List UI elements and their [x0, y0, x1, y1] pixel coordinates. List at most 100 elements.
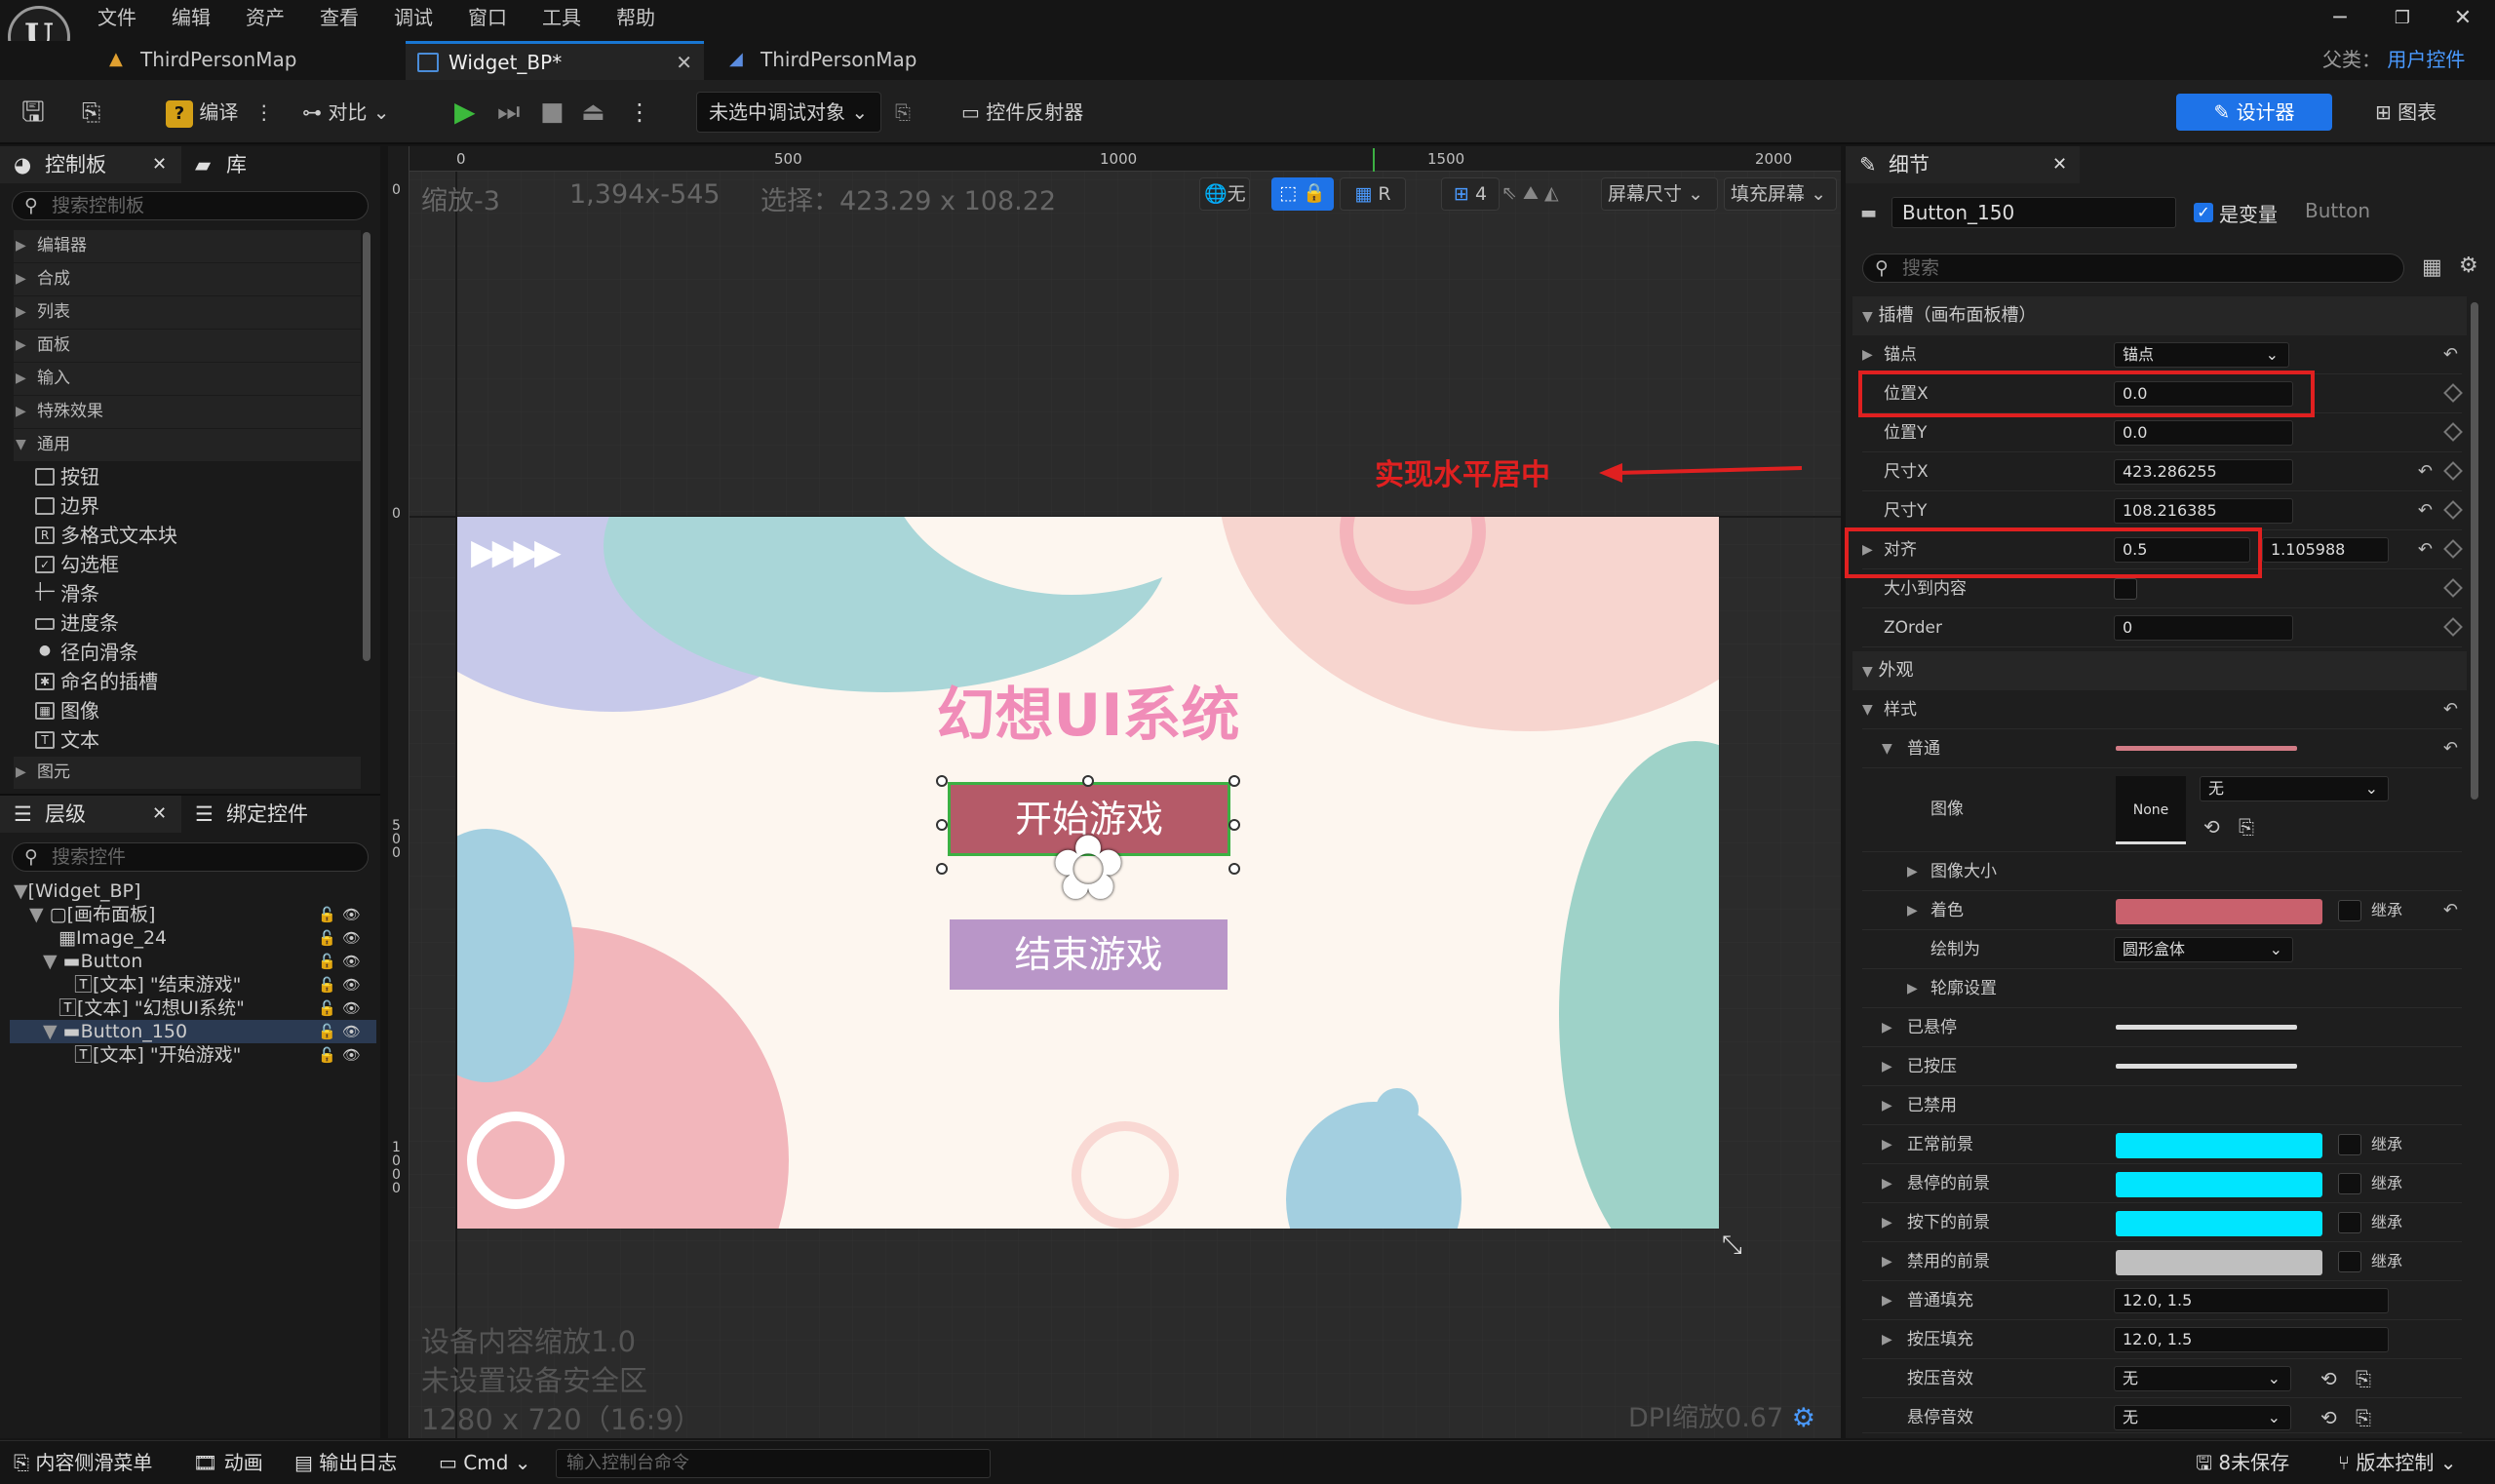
details-search-input[interactable]: ⚲ 搜索	[1862, 254, 2404, 283]
parent-class-link[interactable]: 用户控件	[2387, 48, 2465, 71]
palette-category-editor[interactable]: ▶ 编辑器	[14, 230, 361, 262]
image-thumbnail[interactable]: None	[2116, 776, 2186, 844]
chevron-down-icon[interactable]: ▼	[1882, 729, 1892, 768]
palette-tab[interactable]: ◕ 控制板 ✕	[0, 146, 181, 183]
chevron-right-icon[interactable]: ▶	[1882, 1320, 1892, 1359]
chevron-right-icon[interactable]: ▶	[1882, 1047, 1892, 1086]
library-tab[interactable]: ▰ 库	[195, 146, 302, 183]
reset-icon[interactable]: ↶	[2418, 530, 2433, 569]
stop-icon[interactable]: ■	[540, 90, 573, 135]
keyframe-icon[interactable]	[2443, 500, 2463, 520]
chevron-right-icon[interactable]: ▶	[1862, 335, 1873, 374]
selection-handle[interactable]	[1228, 863, 1240, 875]
menu-edit[interactable]: 编辑	[172, 2, 211, 33]
palette-item-button[interactable]: 按钮	[35, 462, 99, 491]
hierarchy-row-canvas[interactable]: ▼ ▢[画布面板] 🔓👁	[10, 903, 376, 926]
keyframe-icon[interactable]	[2443, 617, 2463, 637]
details-tab[interactable]: ✎ 细节 ✕	[1846, 146, 2080, 183]
hierarchy-row-root[interactable]: ▼[Widget_BP]	[10, 879, 376, 903]
image-asset-dropdown[interactable]: 无 ⌄	[2200, 776, 2389, 801]
chevron-down-icon[interactable]: ▼	[1862, 690, 1873, 729]
hierarchy-tab[interactable]: ☰ 层级 ✕	[0, 796, 181, 833]
eject-icon[interactable]: ⏏	[581, 90, 614, 135]
anchor-icon[interactable]: ✿	[1040, 821, 1136, 917]
debug-object-select[interactable]: 未选中调试对象 ⌄	[696, 92, 881, 133]
source-control-button[interactable]: ⑂ 版本控制 ⌄	[2338, 1446, 2456, 1479]
reset-icon[interactable]: ↶	[2418, 452, 2433, 491]
console-command-input[interactable]: 输入控制台命令	[556, 1449, 991, 1478]
hierarchy-row-text-title[interactable]: 🅃[文本] "幻想UI系统" 🔓👁	[10, 996, 376, 1020]
palette-item-border[interactable]: 边界	[35, 491, 99, 521]
chevron-right-icon[interactable]: ▶	[1882, 1008, 1892, 1047]
chevron-right-icon[interactable]: ▶	[1907, 852, 1918, 891]
compile-button[interactable]: ? 编译 ⋮	[166, 90, 312, 135]
designer-mode-button[interactable]: ✎ 设计器	[2176, 94, 2332, 131]
restore-icon[interactable]: ❐	[2383, 2, 2422, 35]
menu-view[interactable]: 查看	[320, 2, 359, 33]
screen-size-dropdown[interactable]: 屏幕尺寸 ⌄	[1601, 177, 1718, 211]
selection-handle[interactable]	[936, 775, 948, 787]
inherit-checkbox[interactable]	[2338, 1173, 2361, 1194]
palette-category-common[interactable]: ▼ 通用	[14, 429, 361, 461]
size-x-input[interactable]: 423.286255	[2114, 459, 2293, 485]
lock-visibility-icons[interactable]: 🔓👁	[318, 950, 367, 973]
keyframe-icon[interactable]	[2443, 578, 2463, 598]
palette-category-effects[interactable]: ▶ 特殊效果	[14, 396, 361, 428]
fill-screen-dropdown[interactable]: 填充屏幕 ⌄	[1724, 177, 1837, 211]
inherit-checkbox[interactable]	[2338, 900, 2361, 921]
gear-icon[interactable]: ⚙	[1792, 1403, 1815, 1433]
is-variable-checkbox[interactable]: ✓	[2194, 203, 2213, 222]
hover-sound-dropdown[interactable]: 无 ⌄	[2114, 1405, 2291, 1430]
chevron-right-icon[interactable]: ▶	[1907, 891, 1918, 930]
palette-search-input[interactable]: ⚲ 搜索控制板	[12, 191, 369, 220]
table-view-icon[interactable]: ▦	[2422, 255, 2442, 280]
play-options-icon[interactable]: ⋮	[628, 90, 651, 135]
reset-icon[interactable]: ↶	[2443, 891, 2458, 930]
tab-thirdpersonmap-2[interactable]: ◢ ThirdPersonMap	[718, 41, 1010, 80]
size-y-input[interactable]: 108.216385	[2114, 498, 2293, 524]
palette-category-input[interactable]: ▶ 输入	[14, 363, 361, 395]
save-icon[interactable]: 🖫	[21, 90, 53, 135]
lock-visibility-icons[interactable]: 🔓👁	[318, 996, 367, 1020]
keyframe-icon[interactable]	[2443, 422, 2463, 442]
quit-game-button[interactable]: 结束游戏	[950, 919, 1228, 990]
hierarchy-row-text-start[interactable]: 🅃[文本] "开始游戏" 🔓👁	[10, 1043, 376, 1067]
close-tab-icon[interactable]: ✕	[2052, 146, 2067, 183]
cmd-dropdown[interactable]: ▭ Cmd ⌄	[439, 1446, 531, 1479]
anchors-dropdown[interactable]: 锚点 ⌄	[2114, 342, 2289, 368]
chevron-right-icon[interactable]: ▶	[1882, 1086, 1892, 1125]
close-tab-icon[interactable]: ✕	[152, 146, 167, 183]
chevron-right-icon[interactable]: ▶	[1907, 969, 1918, 1008]
palette-item-progressbar[interactable]: 进度条	[35, 608, 119, 638]
chevron-right-icon[interactable]: ▶	[1882, 1164, 1892, 1203]
hierarchy-search-input[interactable]: ⚲ 搜索控件	[12, 842, 369, 872]
palette-category-composite[interactable]: ▶ 合成	[14, 263, 361, 295]
lock-visibility-icons[interactable]: 🔓👁	[318, 903, 367, 926]
keyframe-icon[interactable]	[2443, 383, 2463, 403]
menu-tools[interactable]: 工具	[542, 2, 581, 33]
alignment-y-input[interactable]: 1.105988	[2262, 537, 2389, 563]
browse-asset-icon[interactable]: ⎘	[2239, 807, 2254, 846]
reset-icon[interactable]: ↶	[2443, 335, 2458, 374]
debug-browse-icon[interactable]: ⎘	[895, 90, 924, 135]
position-y-input[interactable]: 0.0	[2114, 420, 2293, 446]
minimize-icon[interactable]: ─	[2320, 2, 2359, 35]
close-tab-icon[interactable]: ✕	[152, 796, 167, 833]
hierarchy-row-text-quit[interactable]: 🅃[文本] "结束游戏" 🔓👁	[10, 973, 376, 996]
browse-asset-icon[interactable]: ⎘	[2356, 1359, 2371, 1398]
tab-widget-bp[interactable]: Widget_BP* ✕	[406, 41, 704, 80]
selection-handle[interactable]	[936, 819, 948, 831]
reset-icon[interactable]: ↶	[2418, 491, 2433, 530]
browse-icon[interactable]: ⎘	[82, 90, 117, 135]
normal-fg-swatch[interactable]	[2116, 1133, 2322, 1158]
widget-reflector-button[interactable]: ▭ 控件反射器	[961, 90, 1156, 135]
reset-icon[interactable]: ↶	[2443, 690, 2458, 729]
hover-fg-swatch[interactable]	[2116, 1172, 2322, 1197]
reset-icon[interactable]: ↶	[2443, 729, 2458, 768]
menu-window[interactable]: 窗口	[468, 2, 507, 33]
palette-item-slider[interactable]: ┼─ 滑条	[35, 579, 99, 608]
tint-color-swatch[interactable]	[2116, 899, 2322, 924]
normal-padding-input[interactable]: 12.0, 1.5	[2114, 1288, 2389, 1313]
render-toggle[interactable]: ▦ R	[1340, 177, 1406, 211]
palette-item-checkbox[interactable]: ✓ 勾选框	[35, 550, 119, 579]
